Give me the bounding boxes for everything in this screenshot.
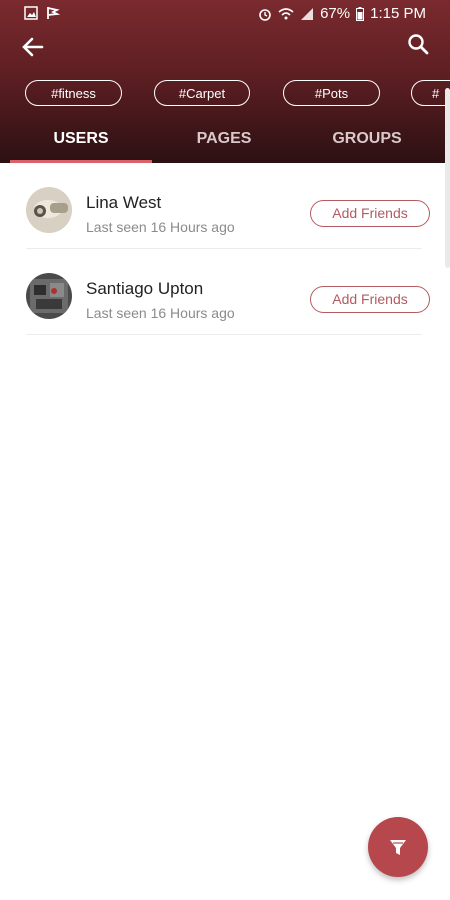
flag-notification-icon (47, 7, 60, 19)
alarm-icon (259, 8, 271, 21)
list-item[interactable]: Santiago Upton Last seen 16 Hours ago Ad… (0, 249, 450, 335)
list-item[interactable]: Lina West Last seen 16 Hours ago Add Fri… (0, 163, 450, 249)
back-button[interactable] (20, 34, 46, 60)
user-name: Lina West (86, 193, 162, 212)
tab-bar: USERS PAGES GROUPS (0, 124, 450, 163)
battery-icon (356, 6, 365, 21)
chip-pots[interactable]: #Pots (283, 80, 380, 106)
status-left-icons (24, 6, 60, 20)
search-button[interactable] (406, 32, 434, 60)
last-seen: Last seen 16 Hours ago (86, 219, 235, 235)
avatar-image (26, 273, 72, 319)
add-friends-button[interactable]: Add Friends (310, 200, 430, 227)
arrow-left-icon (22, 37, 44, 57)
gallery-notification-icon (24, 6, 38, 20)
battery-percent: 67% (320, 5, 351, 22)
app-header: 67% 1:15 PM #fitness #Carpet #Pots # USE… (0, 0, 450, 163)
wifi-icon (278, 7, 294, 19)
status-bar: 67% 1:15 PM (0, 0, 450, 30)
row-divider (26, 334, 422, 335)
avatar-image (26, 187, 72, 233)
search-icon (408, 34, 429, 55)
add-friends-button[interactable]: Add Friends (310, 286, 430, 313)
status-right: 67% 1:15 PM (258, 5, 426, 22)
tab-users[interactable]: USERS (10, 124, 152, 163)
avatar (26, 187, 72, 233)
chip-carpet[interactable]: #Carpet (154, 80, 250, 106)
filter-fab-button[interactable] (368, 817, 428, 877)
tab-pages[interactable]: PAGES (153, 124, 295, 163)
last-seen: Last seen 16 Hours ago (86, 305, 235, 321)
tab-groups[interactable]: GROUPS (296, 124, 438, 163)
toolbar (0, 30, 450, 64)
status-time: 1:15 PM (370, 5, 426, 22)
hashtag-chips: #fitness #Carpet #Pots # (0, 80, 450, 110)
chip-fitness[interactable]: #fitness (25, 80, 122, 106)
user-name: Santiago Upton (86, 279, 204, 298)
avatar (26, 273, 72, 319)
signal-icon (301, 7, 314, 20)
filter-icon (390, 840, 406, 855)
